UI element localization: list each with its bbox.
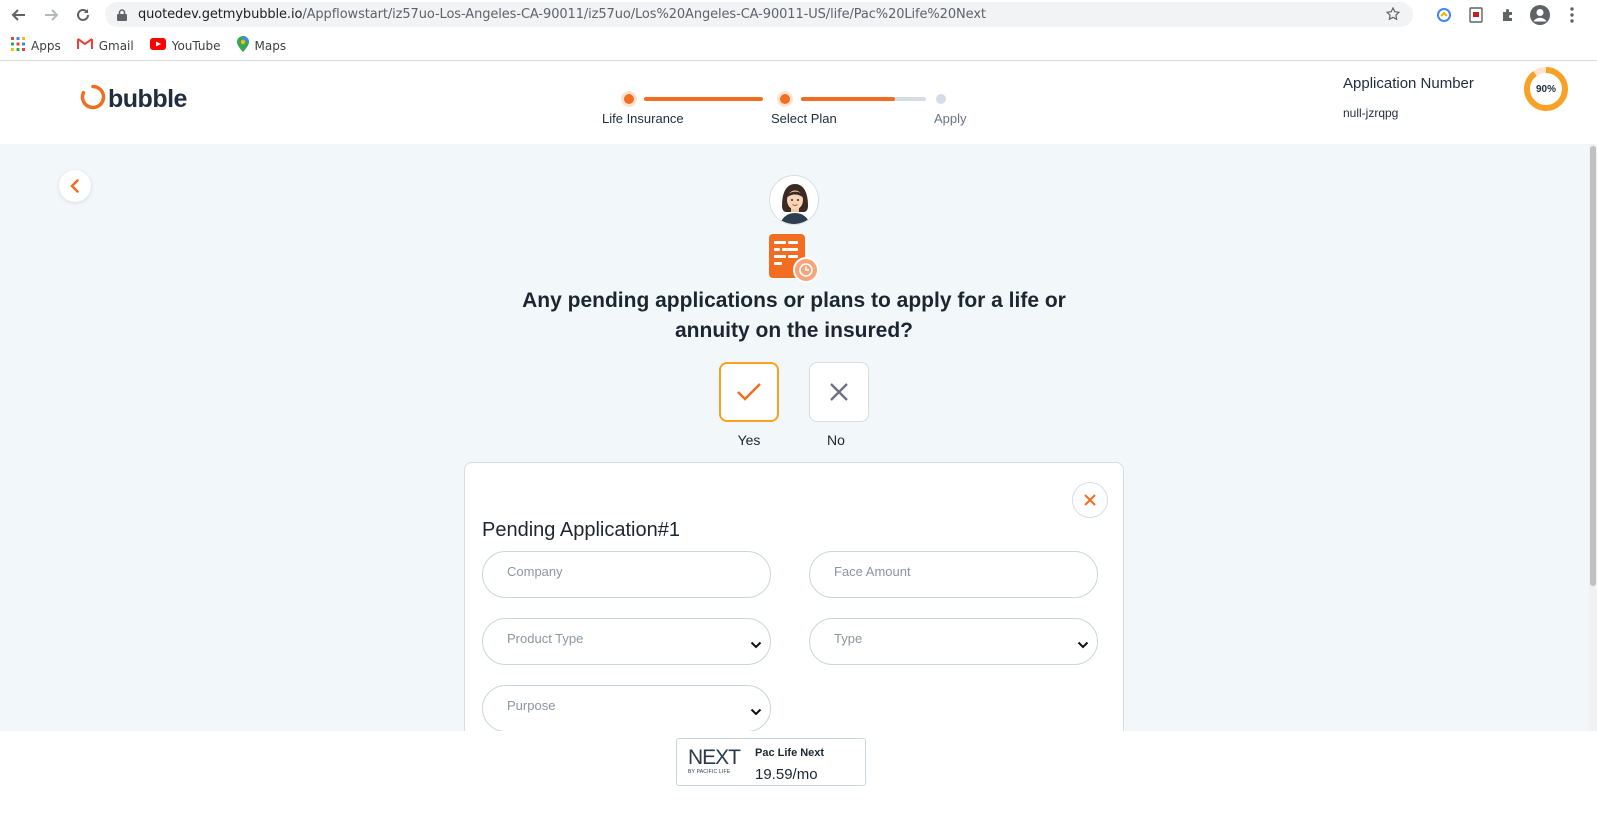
bookmark-label: Gmail [98,38,134,53]
completion-progress-ring: 90% [1523,66,1569,112]
company-input[interactable]: Company [482,551,771,598]
remove-application-button[interactable] [1072,482,1108,518]
face-amount-placeholder: Face Amount [834,564,911,579]
maps-icon [236,36,249,55]
progress-percent: 90% [1535,83,1556,95]
back-arrow-icon[interactable] [3,0,35,29]
bookmark-apps[interactable]: Apps [11,37,61,54]
url-text: quotedev.getmybubble.io/Appflowstart/iz5… [138,7,986,22]
bookmark-maps[interactable]: Maps [236,36,287,55]
no-option-label: No [827,432,845,448]
logo-text: bubble [108,85,187,113]
url-path: /Appflowstart/iz57uo-Los-Angeles-CA-9001… [302,7,986,22]
extension-document-icon[interactable] [1465,4,1487,26]
step-dot-apply [936,94,946,104]
chevron-down-icon [750,636,762,654]
yes-option-button[interactable] [719,362,779,422]
plan-price: 19.59/mo [755,766,818,783]
bubble-logo[interactable]: bubble [80,84,187,115]
bookmark-gmail[interactable]: Gmail [76,38,134,53]
agent-avatar [769,175,819,225]
purpose-select[interactable]: Purpose [482,685,771,731]
lock-icon [117,8,129,22]
main-content: Any pending applications or plans to app… [0,144,1597,731]
product-type-select[interactable]: Product Type [482,618,771,665]
bookmark-label: Apps [31,38,61,53]
reload-icon[interactable] [67,0,99,29]
bookmark-label: YouTube [171,38,221,53]
close-icon [1084,494,1096,506]
step-dot-select-plan [777,91,793,107]
apps-grid-icon [11,37,25,54]
selected-plan-card[interactable]: NEXT BY PACIFIC LIFE Pac Life Next 19.59… [676,738,866,786]
scrollbar-thumb[interactable] [1590,146,1596,586]
application-number-value: null-jzrqpg [1343,106,1399,120]
no-option-button[interactable] [809,362,869,422]
application-number: Application Number null-jzrqpg [1343,75,1474,120]
question-heading: Any pending applications or plans to app… [522,289,1066,342]
chevron-down-icon [1077,636,1089,654]
next-by-pacific-life-logo: NEXT BY PACIFIC LIFE [688,746,741,779]
youtube-icon [149,38,166,53]
selected-plan-bar: NEXT BY PACIFIC LIFE Pac Life Next 19.59… [0,731,1597,821]
company-placeholder: Company [507,564,563,579]
close-x-icon [830,383,848,401]
application-number-label: Application Number [1343,75,1474,92]
step-label-apply: Apply [934,111,967,126]
pending-application-title: Pending Application#1 [482,519,680,541]
step-label-life-insurance[interactable]: Life Insurance [602,111,684,126]
address-bar[interactable]: quotedev.getmybubble.io/Appflowstart/iz5… [105,2,1413,27]
forward-arrow-icon[interactable] [35,0,67,29]
pending-application-document-icon [768,232,820,284]
plan-logo-sub: BY PACIFIC LIFE [688,769,731,775]
bookmark-label: Maps [254,38,287,53]
plan-name: Pac Life Next [755,747,825,759]
purpose-placeholder: Purpose [507,698,556,713]
gmail-icon [76,38,93,53]
plan-logo-main: NEXT [688,746,741,769]
type-placeholder: Type [834,631,863,646]
progress-stepper: Life Insurance Select Plan Apply [595,89,975,134]
type-select[interactable]: Type [809,618,1098,665]
product-type-placeholder: Product Type [507,631,584,646]
app-header: bubble Life Insurance Select Plan Apply … [0,64,1597,144]
browser-toolbar: quotedev.getmybubble.io/Appflowstart/iz5… [0,0,1597,29]
bookmark-youtube[interactable]: YouTube [149,38,221,53]
page-scrollbar[interactable] [1589,144,1597,731]
extensions-puzzle-icon[interactable] [1497,4,1519,26]
pending-application-card: Pending Application#1 Company Face Amoun… [464,462,1124,731]
chevron-down-icon [750,703,762,721]
chevron-left-icon [70,179,79,193]
bubble-logo-icon [80,84,106,115]
face-amount-input[interactable]: Face Amount [809,551,1098,598]
step-dot-life-insurance [621,91,637,107]
yes-option-label: Yes [737,432,761,448]
url-host: quotedev.getmybubble.io [138,7,303,22]
extension-chart-icon[interactable] [1433,4,1455,26]
back-button[interactable] [59,170,91,202]
checkmark-icon [737,383,761,401]
step-connector-progress [801,97,895,101]
bookmarks-bar: Apps Gmail YouTube Maps [0,31,1597,61]
step-connector [644,97,763,101]
step-label-select-plan[interactable]: Select Plan [771,111,837,126]
bookmark-star-icon[interactable] [1385,6,1401,27]
browser-menu-icon[interactable] [1561,4,1583,26]
profile-avatar-icon[interactable] [1529,4,1551,26]
